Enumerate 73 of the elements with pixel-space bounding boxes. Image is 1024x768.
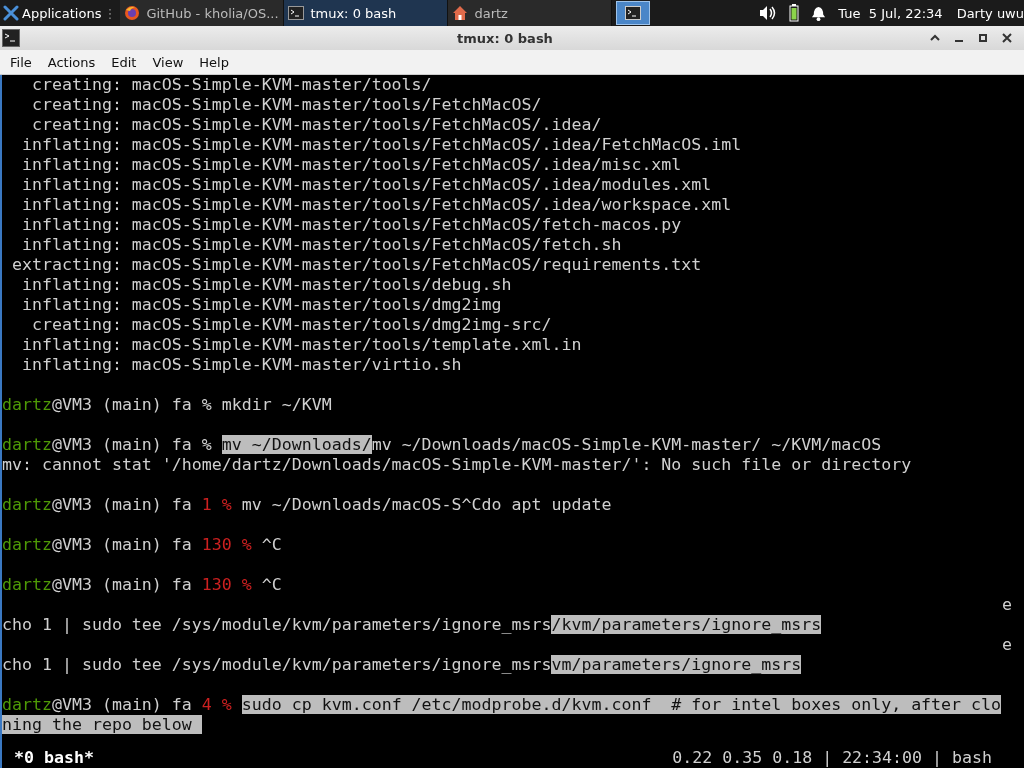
menu-item[interactable]: Actions (41, 54, 102, 70)
terminal-text: @VM3 (main) fa (51, 495, 193, 514)
maximize-icon[interactable] (978, 33, 988, 43)
menu-item[interactable]: Edit (105, 54, 143, 70)
terminal-text: inflating: macOS-Simple-KVM-master/tools/template.xml.in (20, 335, 582, 354)
terminal-text: creating: macOS-Simple-KVM-master/tools/FetchMacOS/ (30, 95, 542, 114)
exit-status: 130 % (201, 575, 252, 594)
window-title: tmux: 0 bash (456, 30, 554, 46)
terminal-text: creating: macOS-Simple-KVM-master/tools/FetchMacOS/.idea/ (30, 115, 602, 134)
menu-item[interactable]: Help (193, 54, 235, 70)
volume-icon[interactable] (759, 5, 778, 21)
selected-text: vm/parameters/ignore_msrs (551, 655, 802, 674)
terminal-text: @VM3 (main) fa % mkdir ~/KVM (51, 395, 332, 414)
menu-item[interactable]: View (146, 54, 190, 70)
close-icon[interactable] (1002, 33, 1012, 43)
selected-text: ning the repo below (2, 715, 202, 734)
exit-status: 1 % (201, 495, 232, 514)
terminal-text: creating: macOS-Simple-KVM-master/tools/ (30, 75, 432, 94)
prompt-user: dartz (2, 575, 52, 594)
applications-menu[interactable]: Applications (0, 0, 104, 26)
user-name[interactable]: Darty uwu (956, 5, 1024, 21)
workspace-button[interactable] (616, 1, 651, 25)
terminal-text: inflating: macOS-Simple-KVM-master/virtio.sh (20, 355, 462, 374)
task-button[interactable]: GitHub - kholia/OS... (120, 0, 285, 26)
x-logo-icon (3, 5, 19, 21)
terminal-text: ^C (260, 535, 282, 554)
terminal-text: @VM3 (main) fa % (51, 435, 213, 454)
terminal-text: mv ~/Downloads/macOS-S^Cdo apt update (240, 495, 612, 514)
terminal-text: inflating: macOS-Simple-KVM-master/tools/FetchMacOS/.idea/FetchMacOS.iml (20, 135, 742, 154)
shade-icon[interactable] (930, 33, 940, 43)
prompt-user: dartz (2, 435, 52, 454)
terminal-text: cho 1 | sudo tee /sys/module/kvm/parameters/ignore_msrs (2, 615, 552, 634)
terminal-text: @VM3 (main) fa (51, 535, 193, 554)
terminal-text: inflating: macOS-Simple-KVM-master/tools/FetchMacOS/.idea/workspace.xml (20, 195, 732, 214)
home-icon (452, 5, 469, 21)
terminal-text: mv: cannot stat '/home/dartz/Downloads/macOS-Simple-KVM-master/': No such file or directory (2, 455, 912, 474)
terminal-text: creating: macOS-Simple-KVM-master/tools/dmg2img-src/ (30, 315, 552, 334)
terminal-text: mv ~/Downloads/macOS-Simple-KVM-master/ ~/KVM/macOS (371, 435, 882, 454)
prompt-user: dartz (2, 535, 52, 554)
exit-status: 4 % (201, 695, 233, 714)
terminal-text: extracting: macOS-Simple-KVM-master/tools/FetchMacOS/requirements.txt (11, 255, 702, 274)
browser-icon (124, 5, 141, 21)
bell-icon[interactable] (811, 5, 827, 21)
clock[interactable]: Tue 5 Jul, 22:34 (838, 5, 943, 21)
selected-text: mv ~/Downloads/ (221, 435, 372, 454)
battery-icon[interactable] (789, 4, 800, 22)
prompt-user: dartz (2, 495, 52, 514)
terminal-text: inflating: macOS-Simple-KVM-master/tools/FetchMacOS/fetch-macos.py (20, 215, 682, 234)
prompt-user: dartz (2, 395, 52, 414)
status-info: 0.22 0.35 0.18 | 22:34:00 | bash (672, 747, 992, 767)
terminal-text: ^C (260, 575, 282, 594)
terminal-text: @VM3 (main) fa (51, 575, 193, 594)
task-button[interactable]: dartz (448, 0, 613, 26)
terminal-text: inflating: macOS-Simple-KVM-master/tools/debug.sh (20, 275, 512, 294)
terminal-text: inflating: macOS-Simple-KVM-master/tools/FetchMacOS/.idea/misc.xml (20, 155, 682, 174)
separator-handle: ⋮ (103, 5, 117, 21)
terminal-text: inflating: macOS-Simple-KVM-master/tools/FetchMacOS/.idea/modules.xml (20, 175, 712, 194)
terminal-icon (288, 5, 305, 21)
terminal-text: @VM3 (main) fa (51, 695, 193, 714)
terminal-text: e (1002, 595, 1012, 614)
window-list[interactable]: *0 bash* (14, 747, 94, 767)
terminal-text: e (1002, 635, 1012, 654)
terminal-text: inflating: macOS-Simple-KVM-master/tools/dmg2img (20, 295, 502, 314)
menu-item[interactable]: File (4, 54, 38, 70)
terminal-text: inflating: macOS-Simple-KVM-master/tools/FetchMacOS/fetch.sh (20, 235, 622, 254)
prompt-user: dartz (2, 695, 52, 714)
terminal-icon (625, 5, 642, 21)
terminal-text: cho 1 | sudo tee /sys/module/kvm/parameters/ignore_msrs (2, 655, 552, 674)
terminal-icon (2, 29, 20, 47)
exit-status: 130 % (201, 535, 252, 554)
selected-text: sudo cp kvm.conf /etc/modprobe.d/kvm.conf # for intel boxes only, after clo (241, 695, 1002, 714)
selected-text: /kvm/parameters/ignore_msrs (551, 615, 822, 634)
task-button[interactable]: tmux: 0 bash (284, 0, 449, 26)
